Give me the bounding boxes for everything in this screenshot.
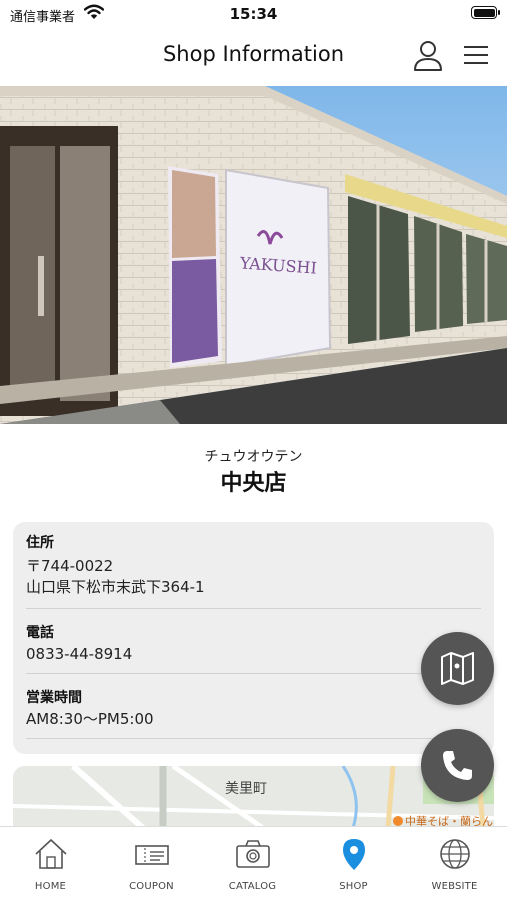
address-label: 住所 bbox=[26, 535, 54, 551]
hours-row: 営業時間 AM8:30〜PM5:00 bbox=[26, 687, 481, 730]
hours-label: 営業時間 bbox=[26, 690, 82, 706]
tab-website[interactable]: WEBSITE bbox=[404, 827, 505, 900]
globe-icon bbox=[440, 839, 470, 869]
coupon-icon bbox=[135, 845, 169, 865]
divider bbox=[26, 608, 481, 609]
shop-info-card: 住所 〒744-0022 山口県下松市末武下364-1 電話 0833-44-8… bbox=[13, 522, 494, 754]
tab-label: CATALOG bbox=[228, 881, 277, 892]
shop-name-kana: チュウオウテン bbox=[204, 449, 303, 465]
shop-photo: YAKUSHI bbox=[0, 86, 507, 424]
hamburger-menu-icon[interactable] bbox=[462, 44, 490, 66]
tab-shop[interactable]: SHOP bbox=[303, 827, 404, 900]
tab-bar: HOME COUPON CATALOG SHOP WEBSITE bbox=[0, 826, 507, 900]
camera-icon bbox=[236, 840, 270, 868]
user-account-icon[interactable] bbox=[412, 39, 444, 73]
map-button[interactable] bbox=[421, 632, 494, 705]
tab-label: COUPON bbox=[129, 881, 174, 892]
tab-coupon[interactable]: COUPON bbox=[101, 827, 202, 900]
hours-text: AM8:30〜PM5:00 bbox=[26, 710, 154, 728]
call-button[interactable] bbox=[421, 729, 494, 802]
phone-label: 電話 bbox=[26, 625, 54, 641]
phone-icon bbox=[443, 751, 472, 780]
divider bbox=[26, 738, 481, 739]
address-row: 住所 〒744-0022 山口県下松市末武下364-1 bbox=[26, 532, 481, 598]
postal-code: 〒744-0022 bbox=[26, 557, 114, 575]
phone-row: 電話 0833-44-8914 bbox=[26, 622, 481, 665]
folded-map-icon bbox=[441, 652, 474, 685]
tab-label: WEBSITE bbox=[431, 881, 478, 892]
location-pin-icon bbox=[343, 839, 365, 870]
tab-home[interactable]: HOME bbox=[0, 827, 101, 900]
status-time: 15:34 bbox=[229, 5, 278, 23]
tab-label: SHOP bbox=[339, 881, 368, 892]
battery-icon bbox=[471, 6, 500, 19]
phone-number[interactable]: 0833-44-8914 bbox=[26, 644, 481, 665]
navigation-bar: Shop Information bbox=[0, 28, 507, 86]
tab-catalog[interactable]: CATALOG bbox=[202, 827, 303, 900]
shop-name: 中央店 bbox=[220, 471, 287, 496]
tab-label: HOME bbox=[34, 881, 67, 892]
map-town-label: 美里町 bbox=[225, 781, 267, 797]
divider bbox=[26, 673, 481, 674]
address-text: 山口県下松市末武下364-1 bbox=[26, 578, 205, 596]
status-bar: 通信事業者 15:34 bbox=[0, 0, 507, 28]
home-icon bbox=[35, 839, 67, 869]
